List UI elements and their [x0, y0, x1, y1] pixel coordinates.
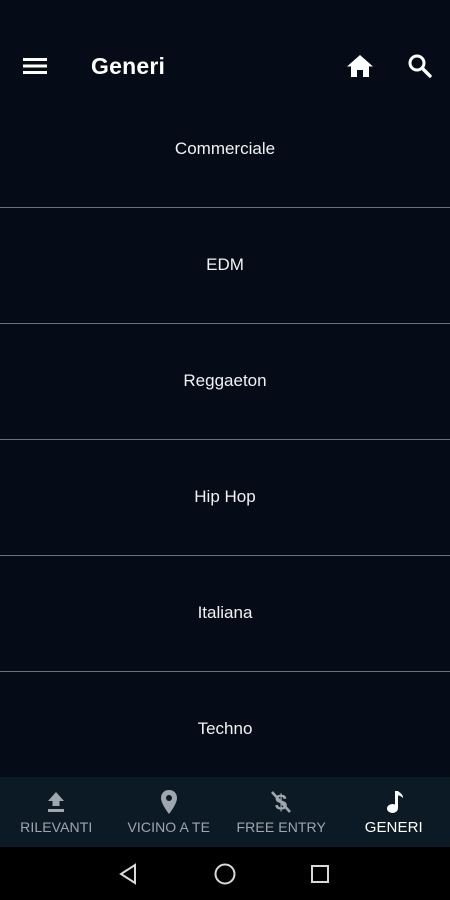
tab-generi[interactable]: GENERI: [338, 777, 450, 847]
home-icon: [347, 55, 373, 77]
recents-icon: [311, 865, 329, 883]
genre-label: Reggaeton: [183, 370, 267, 390]
app-bar: Generi: [0, 0, 450, 92]
genre-item-techno[interactable]: Techno: [0, 672, 450, 777]
search-icon: [408, 54, 432, 78]
upload-icon: [43, 789, 69, 815]
genre-item-edm[interactable]: EDM: [0, 208, 450, 324]
genre-label: Italiana: [197, 602, 253, 622]
tab-free-entry[interactable]: $ FREE ENTRY: [225, 777, 338, 847]
system-home-button[interactable]: [210, 859, 240, 889]
tab-rilevanti[interactable]: RILEVANTI: [0, 777, 113, 847]
menu-button[interactable]: [16, 50, 54, 82]
genre-label: Hip Hop: [194, 486, 256, 506]
recents-button[interactable]: [305, 859, 335, 889]
system-nav-bar: [0, 847, 450, 900]
menu-icon: [23, 58, 47, 74]
money-off-icon: $: [268, 789, 294, 815]
bottom-nav: RILEVANTI VICINO A TE $ FREE ENTRY G: [0, 777, 450, 847]
search-button[interactable]: [403, 49, 437, 83]
page-title: Generi: [91, 53, 166, 79]
genre-label: Techno: [197, 718, 253, 738]
home-circle-icon: [214, 863, 236, 885]
genre-label: Commerciale: [174, 138, 276, 158]
genre-item-italiana[interactable]: Italiana: [0, 556, 450, 672]
genre-item-commerciale[interactable]: Commerciale: [0, 92, 450, 208]
music-note-icon: [381, 789, 407, 815]
tab-label: VICINO A TE: [127, 819, 211, 835]
back-button[interactable]: [113, 859, 143, 889]
back-icon: [119, 863, 136, 885]
home-button[interactable]: [342, 49, 378, 83]
location-pin-icon: [156, 789, 182, 815]
tab-label: GENERI: [364, 819, 423, 836]
genre-item-reggaeton[interactable]: Reggaeton: [0, 324, 450, 440]
genre-label: EDM: [206, 254, 244, 274]
tab-label: FREE ENTRY: [236, 819, 326, 835]
genre-item-hip-hop[interactable]: Hip Hop: [0, 440, 450, 556]
tab-label: RILEVANTI: [20, 819, 93, 835]
tab-vicino-a-te[interactable]: VICINO A TE: [113, 777, 226, 847]
genre-list: Commerciale EDM Reggaeton Hip Hop Italia…: [0, 92, 450, 777]
